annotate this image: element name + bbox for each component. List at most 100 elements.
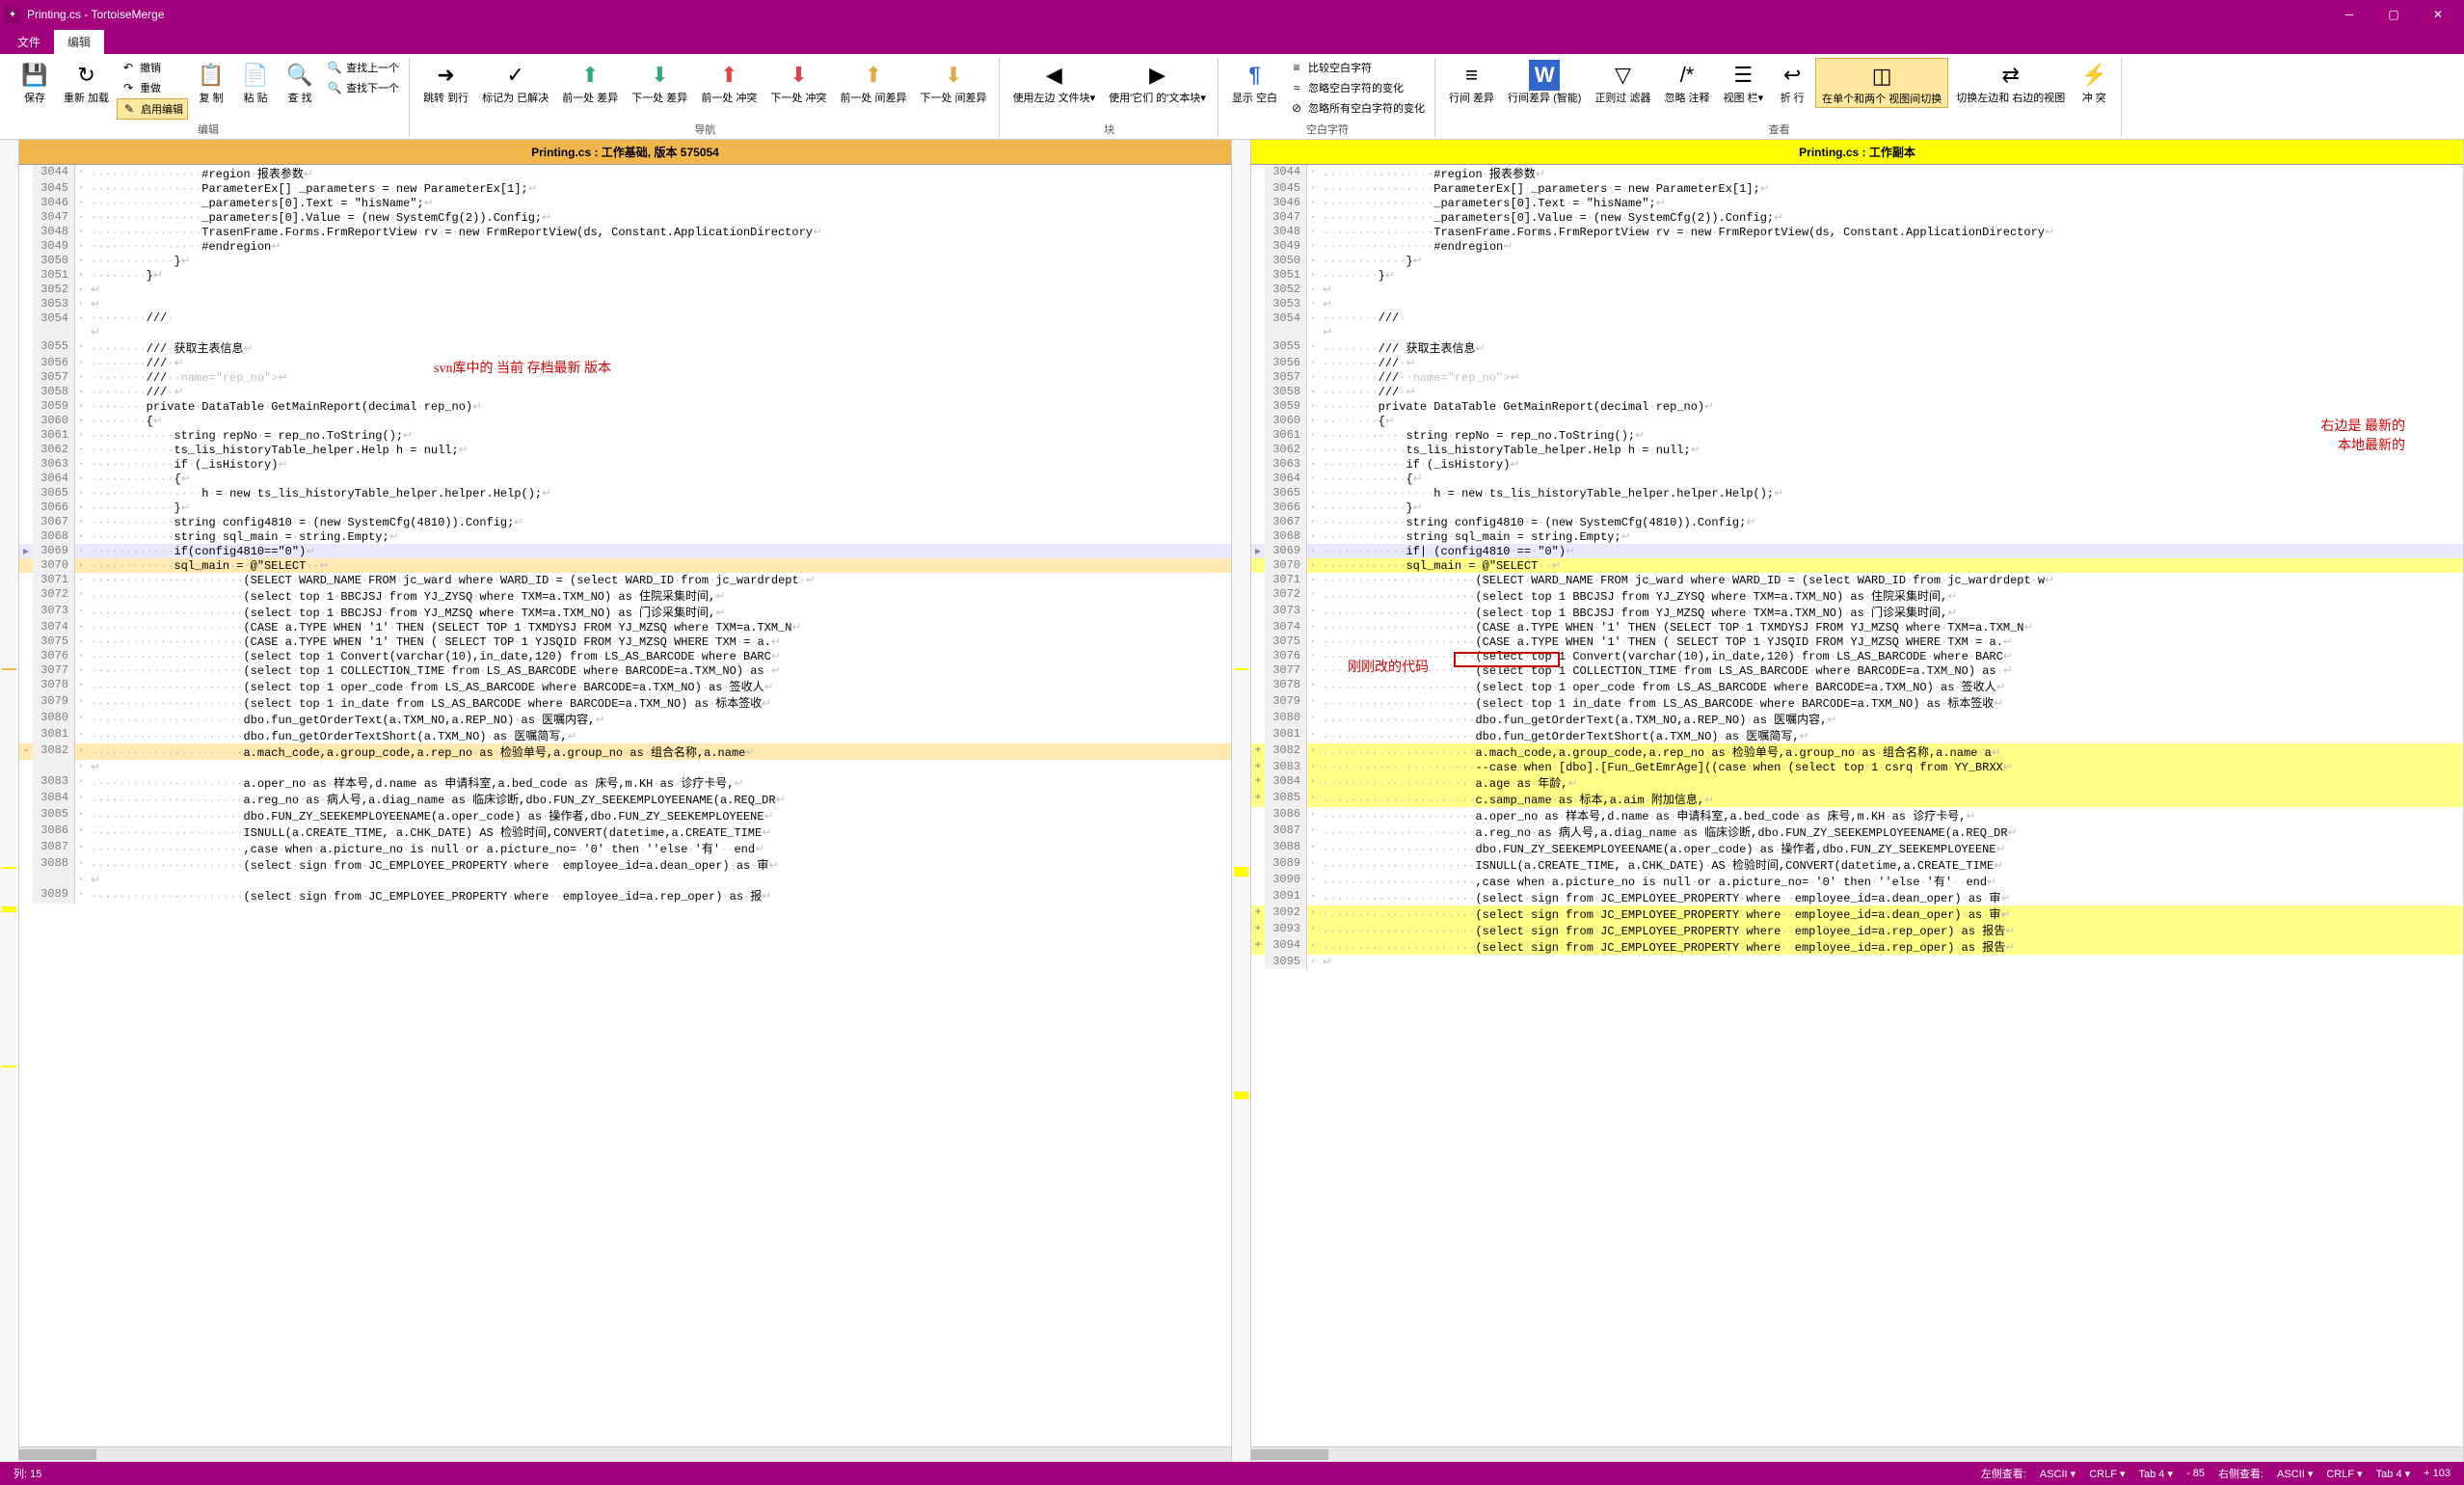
code-line[interactable]: 3076·······················(select·top·1… xyxy=(1251,649,2463,663)
enable-edit-button[interactable]: ✎启用编辑 xyxy=(117,98,188,120)
code-line[interactable]: 3065·················h·=·new·ts_lis_hist… xyxy=(19,486,1231,500)
code-line[interactable]: 3056·········///·↵ xyxy=(1251,356,2463,370)
code-line[interactable]: 3044·················#region·报表参数↵ xyxy=(19,165,1231,181)
code-line[interactable]: 3048·················TrasenFrame.Forms.F… xyxy=(19,225,1231,239)
code-line[interactable]: +3083·······················--case·when·… xyxy=(1251,760,2463,774)
code-line[interactable]: 3075·······················(CASE·a.TYPE·… xyxy=(19,634,1231,649)
code-line[interactable]: 3081·······················dbo.fun_getOr… xyxy=(19,727,1231,743)
prev-conflict-button[interactable]: ⬆前一处 冲突 xyxy=(695,58,763,106)
close-button[interactable]: ✕ xyxy=(2416,0,2460,29)
code-line[interactable]: 3079·······················(select·top·1… xyxy=(19,694,1231,711)
code-line[interactable]: 3076·······················(select·top·1… xyxy=(19,649,1231,663)
code-line[interactable]: 3067·············string·config4810·=·(ne… xyxy=(19,515,1231,529)
code-line[interactable]: 3065·················h·=·new·ts_lis_hist… xyxy=(1251,486,2463,500)
code-line[interactable]: 3054·········///·↵ xyxy=(19,311,1231,339)
code-line[interactable]: 3064·············{↵ xyxy=(1251,472,2463,486)
use-left-button[interactable]: ◀使用左边 文件块▾ xyxy=(1007,58,1102,106)
ignore-all-ws-button[interactable]: ⊘忽略所有空白字符的变化 xyxy=(1285,98,1429,118)
code-line[interactable]: 3052·↵ xyxy=(19,283,1231,297)
code-line[interactable]: 3055·········///·获取主表信息↵ xyxy=(19,339,1231,356)
code-line[interactable]: 3090·······················,case·when·a.… xyxy=(1251,873,2463,889)
code-line[interactable]: 3048·················TrasenFrame.Forms.F… xyxy=(1251,225,2463,239)
code-line[interactable]: 3089·······················(select·sign·… xyxy=(19,887,1231,904)
wrap-button[interactable]: ↩折 行 xyxy=(1771,58,1813,106)
code-line[interactable]: 3054·········///·↵ xyxy=(1251,311,2463,339)
code-line[interactable]: 3046·················_parameters[0].Text… xyxy=(1251,196,2463,210)
code-line[interactable]: 3066·············}↵ xyxy=(1251,500,2463,515)
code-line[interactable]: 3057·········///··name="rep_no">↵ xyxy=(1251,370,2463,385)
goto-button[interactable]: ➜跳转 到行 xyxy=(417,58,474,106)
code-line[interactable]: +3084·······················a.age·as·年龄,… xyxy=(1251,774,2463,791)
code-line[interactable]: 3056·········///·↵ xyxy=(19,356,1231,370)
code-line[interactable]: 3047·················_parameters[0].Valu… xyxy=(19,210,1231,225)
code-line[interactable]: 3063·············if·(_isHistory)↵ xyxy=(19,457,1231,472)
code-line[interactable]: 3081·······················dbo.fun_getOr… xyxy=(1251,727,2463,743)
code-line[interactable]: 3079·······················(select·top·1… xyxy=(1251,694,2463,711)
code-line[interactable]: 3052·↵ xyxy=(1251,283,2463,297)
regex-filter-button[interactable]: ▽正则过 滤器 xyxy=(1589,58,1656,106)
maximize-button[interactable]: ▢ xyxy=(2371,0,2416,29)
prev-inline-button[interactable]: ⬆前一处 间差异 xyxy=(834,58,912,106)
code-line[interactable]: 3074·······················(CASE·a.TYPE·… xyxy=(1251,620,2463,634)
code-line[interactable]: 3053·↵ xyxy=(1251,297,2463,311)
code-line[interactable]: 3080·······················dbo.fun_getOr… xyxy=(1251,711,2463,727)
ignore-comment-button[interactable]: /*忽略 注释 xyxy=(1659,58,1716,106)
undo-button[interactable]: ↶撤销 xyxy=(117,58,188,77)
conflict-button[interactable]: ⚡冲 突 xyxy=(2073,58,2115,106)
code-line[interactable]: ▸3069·············if|·(config4810·==·"0"… xyxy=(1251,544,2463,558)
find-next-button[interactable]: 🔍查找下一个 xyxy=(323,78,403,97)
left-hscroll[interactable] xyxy=(19,1446,1231,1462)
use-theirs-button[interactable]: ▶使用'它们 的'文本块▾ xyxy=(1103,58,1212,106)
code-line[interactable]: 3077·······················(select·top·1… xyxy=(19,663,1231,678)
find-prev-button[interactable]: 🔍查找上一个 xyxy=(323,58,403,77)
reload-button[interactable]: ↻重新 加载 xyxy=(58,58,115,106)
code-line[interactable]: 3049·················#endregion↵ xyxy=(19,239,1231,254)
code-line[interactable]: 3087·······················,case·when·a.… xyxy=(19,840,1231,856)
code-line[interactable]: 3077·······················(select·top·1… xyxy=(1251,663,2463,678)
code-line[interactable]: 3055·········///·获取主表信息↵ xyxy=(1251,339,2463,356)
code-line[interactable]: 3091·······················(select·sign·… xyxy=(1251,889,2463,905)
code-line[interactable]: 3078·······················(select·top·1… xyxy=(1251,678,2463,694)
inline-diff-button[interactable]: ≡行间 差异 xyxy=(1443,58,1500,106)
tab-file[interactable]: 文件 xyxy=(4,30,54,54)
code-line[interactable]: 3051·········}↵ xyxy=(1251,268,2463,283)
code-line[interactable]: 3046·················_parameters[0].Text… xyxy=(19,196,1231,210)
code-line[interactable]: 3049·················#endregion↵ xyxy=(1251,239,2463,254)
code-line[interactable]: 3050·············}↵ xyxy=(19,254,1231,268)
left-code-area[interactable]: 3044·················#region·报表参数↵3045··… xyxy=(19,165,1231,1446)
status-right-tab[interactable]: Tab 4 ▾ xyxy=(2372,1468,2415,1480)
paste-button[interactable]: 📄粘 贴 xyxy=(234,58,277,106)
code-line[interactable]: 3086·······················a.oper_no·as·… xyxy=(1251,807,2463,824)
code-line[interactable]: 3062·············ts_lis_historyTable_hel… xyxy=(19,443,1231,457)
code-line[interactable]: 3068·············string·sql_main·=·strin… xyxy=(1251,529,2463,544)
code-line[interactable]: 3059·········private·DataTable·GetMainRe… xyxy=(1251,399,2463,414)
code-line[interactable]: 3072·······················(select·top·1… xyxy=(1251,587,2463,604)
code-line[interactable]: 3063·············if·(_isHistory)↵ xyxy=(1251,457,2463,472)
code-line[interactable]: ·↵ xyxy=(19,760,1231,774)
status-left-tab[interactable]: Tab 4 ▾ xyxy=(2135,1468,2178,1480)
code-line[interactable]: 3058·········///·↵ xyxy=(19,385,1231,399)
code-line[interactable]: +3082·······················a.mach_code,… xyxy=(1251,743,2463,760)
code-line[interactable]: 3051·········}↵ xyxy=(19,268,1231,283)
code-line[interactable]: 3066·············}↵ xyxy=(19,500,1231,515)
code-line[interactable]: 3053·↵ xyxy=(19,297,1231,311)
inline-smart-button[interactable]: W行间差异 (智能) xyxy=(1502,58,1587,106)
code-line[interactable]: +3094·······················(select·sign… xyxy=(1251,938,2463,955)
status-left-eol[interactable]: CRLF ▾ xyxy=(2085,1468,2129,1480)
code-line[interactable]: 3045·················ParameterEx[]·_para… xyxy=(1251,181,2463,196)
code-line[interactable]: 3064·············{↵ xyxy=(19,472,1231,486)
code-line[interactable]: 3061·············string·repNo·=·rep_no.T… xyxy=(19,428,1231,443)
redo-button[interactable]: ↷重做 xyxy=(117,78,188,97)
code-line[interactable]: 3071·······················(SELECT·WARD_… xyxy=(19,573,1231,587)
code-line[interactable]: 3087·······················a.reg_no·as·病… xyxy=(1251,824,2463,840)
code-line[interactable]: 3060·········{↵ xyxy=(1251,414,2463,428)
code-line[interactable]: 3059·········private·DataTable·GetMainRe… xyxy=(19,399,1231,414)
code-line[interactable]: 3057·········///··name="rep_no">↵ xyxy=(19,370,1231,385)
code-line[interactable]: 3083·······················a.oper_no·as·… xyxy=(19,774,1231,791)
code-line[interactable]: 3062·············ts_lis_historyTable_hel… xyxy=(1251,443,2463,457)
code-line[interactable]: 3086·······················ISNULL(a.CREA… xyxy=(19,824,1231,840)
code-line[interactable]: 3085·······················dbo.FUN_ZY_SE… xyxy=(19,807,1231,824)
locator-bar-left[interactable] xyxy=(0,140,19,1462)
code-line[interactable]: 3044·················#region·报表参数↵ xyxy=(1251,165,2463,181)
status-right-eol[interactable]: CRLF ▾ xyxy=(2322,1468,2366,1480)
